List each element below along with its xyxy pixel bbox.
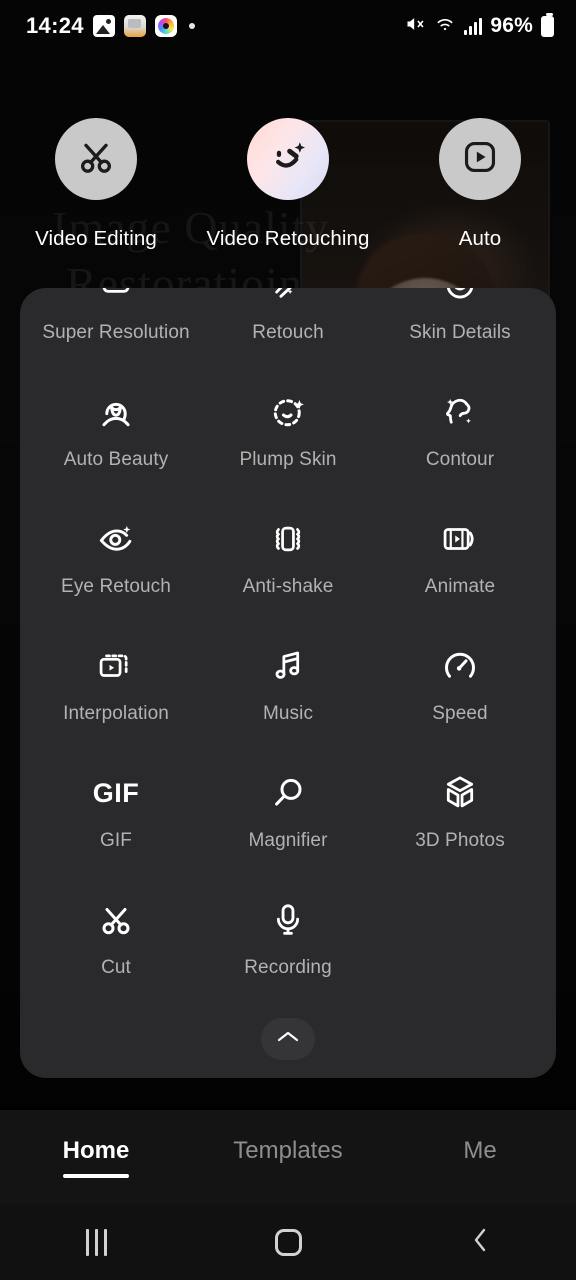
microphone-icon: [271, 897, 305, 943]
tool-speed[interactable]: Speed: [374, 615, 546, 742]
tool-label: Retouch: [252, 322, 324, 343]
battery-percent: 96%: [490, 14, 533, 37]
auto-beauty-icon: [97, 389, 135, 435]
collapse-panel-button[interactable]: [261, 1018, 315, 1060]
animate-icon: [441, 516, 479, 562]
tool-contour[interactable]: Contour: [374, 361, 546, 488]
chevron-up-icon: [276, 1029, 300, 1050]
bottom-tab-bar: Home Templates Me: [0, 1110, 576, 1205]
magic-wand-icon: [271, 288, 305, 308]
shortcut-icon-circle: [55, 118, 137, 200]
tools-panel: Super Resolution Retouch Skin Details Au…: [20, 288, 556, 1078]
back-chevron-icon: [469, 1225, 491, 1260]
tool-label: GIF: [100, 830, 132, 851]
dot-indicator-icon: [188, 23, 195, 29]
play-square-icon: [461, 138, 499, 181]
status-bar-left: 14:24: [26, 13, 195, 39]
tool-label: Skin Details: [409, 322, 511, 343]
tool-auto-beauty[interactable]: Auto Beauty: [30, 361, 202, 488]
tool-retouch[interactable]: Retouch: [202, 288, 374, 361]
tool-magnifier[interactable]: Magnifier: [202, 742, 374, 869]
tool-label: Music: [262, 703, 314, 724]
tool-cut[interactable]: Cut: [30, 869, 202, 996]
shortcut-label: Video Editing: [35, 227, 157, 250]
tool-label: Contour: [425, 449, 495, 470]
interpolation-icon: [97, 643, 135, 689]
tool-skin-details[interactable]: Skin Details: [374, 288, 546, 361]
shortcut-auto[interactable]: Auto: [395, 118, 565, 251]
nav-recents-button[interactable]: [0, 1229, 192, 1256]
tool-3d-photos[interactable]: 3D Photos: [374, 742, 546, 869]
tool-gif[interactable]: GIF GIF: [30, 742, 202, 869]
shortcut-video-retouching[interactable]: Video Retouching: [203, 118, 373, 251]
anti-shake-icon: [269, 516, 307, 562]
gallery-icon: [92, 15, 115, 37]
shortcut-icon-circle: [439, 118, 521, 200]
tool-label: Super Resolution: [42, 322, 190, 343]
shortcut-icon-circle: [247, 118, 329, 200]
shortcut-label: Video Retouching: [206, 227, 370, 250]
tool-label: Speed: [432, 703, 488, 724]
tool-recording[interactable]: Recording: [202, 869, 374, 996]
plump-skin-icon: [270, 389, 306, 435]
tool-label: Animate: [424, 576, 496, 597]
shortcut-label: Auto: [458, 227, 502, 250]
tool-label: Anti-shake: [242, 576, 334, 597]
tab-home[interactable]: Home: [0, 1137, 192, 1178]
music-note-icon: [271, 643, 305, 689]
skin-details-icon: [443, 288, 477, 308]
mute-icon: [404, 14, 426, 39]
tool-label: 3D Photos: [415, 830, 505, 851]
shortcut-row: Video Editing Video Retouching Auto: [0, 118, 576, 251]
scissors-icon: [98, 897, 134, 943]
battery-icon: [541, 12, 554, 37]
tools-grid: Super Resolution Retouch Skin Details Au…: [20, 288, 556, 996]
signal-bars-icon: [464, 17, 483, 35]
status-bar: 14:24 96%: [0, 0, 576, 52]
tab-active-underline: [63, 1174, 129, 1178]
magnifier-icon: [270, 770, 306, 816]
wifi-icon: [434, 14, 456, 39]
tab-label: Home: [62, 1137, 130, 1164]
scissors-icon: [76, 137, 116, 182]
home-icon: [274, 1229, 302, 1256]
contour-icon: [441, 389, 479, 435]
tool-label: Cut: [101, 957, 131, 978]
tool-anti-shake[interactable]: Anti-shake: [202, 488, 374, 615]
gif-glyph: GIF: [92, 777, 140, 808]
tab-label: Templates: [233, 1137, 343, 1164]
status-time: 14:24: [26, 13, 84, 38]
speedometer-icon: [442, 643, 478, 689]
camera-icon: [154, 15, 177, 37]
android-nav-bar: [0, 1205, 576, 1280]
tool-label: Interpolation: [63, 703, 169, 724]
nav-home-button[interactable]: [192, 1229, 384, 1256]
tool-interpolation[interactable]: Interpolation: [30, 615, 202, 742]
tab-me[interactable]: Me: [384, 1137, 576, 1178]
recents-icon: [85, 1229, 107, 1256]
tab-templates[interactable]: Templates: [192, 1137, 384, 1178]
nav-back-button[interactable]: [384, 1225, 576, 1260]
tool-animate[interactable]: Animate: [374, 488, 546, 615]
tool-label: Auto Beauty: [63, 449, 169, 470]
super-resolution-icon: [99, 288, 133, 308]
cube-3d-icon: [442, 770, 478, 816]
shortcut-video-editing[interactable]: Video Editing: [11, 118, 181, 251]
tool-plump-skin[interactable]: Plump Skin: [202, 361, 374, 488]
smiley-sparkle-icon: [265, 134, 311, 185]
tool-eye-retouch[interactable]: Eye Retouch: [30, 488, 202, 615]
tool-super-resolution[interactable]: Super Resolution: [30, 288, 202, 361]
tab-label: Me: [463, 1137, 497, 1164]
status-bar-right: 96%: [404, 12, 554, 39]
tool-label: Recording: [244, 957, 332, 978]
tool-label: Plump Skin: [239, 449, 337, 470]
tool-label: Magnifier: [248, 830, 328, 851]
gif-text-icon: GIF: [93, 770, 140, 816]
note-icon: [123, 15, 146, 37]
eye-retouch-icon: [97, 516, 135, 562]
tool-music[interactable]: Music: [202, 615, 374, 742]
tool-label: Eye Retouch: [61, 576, 171, 597]
